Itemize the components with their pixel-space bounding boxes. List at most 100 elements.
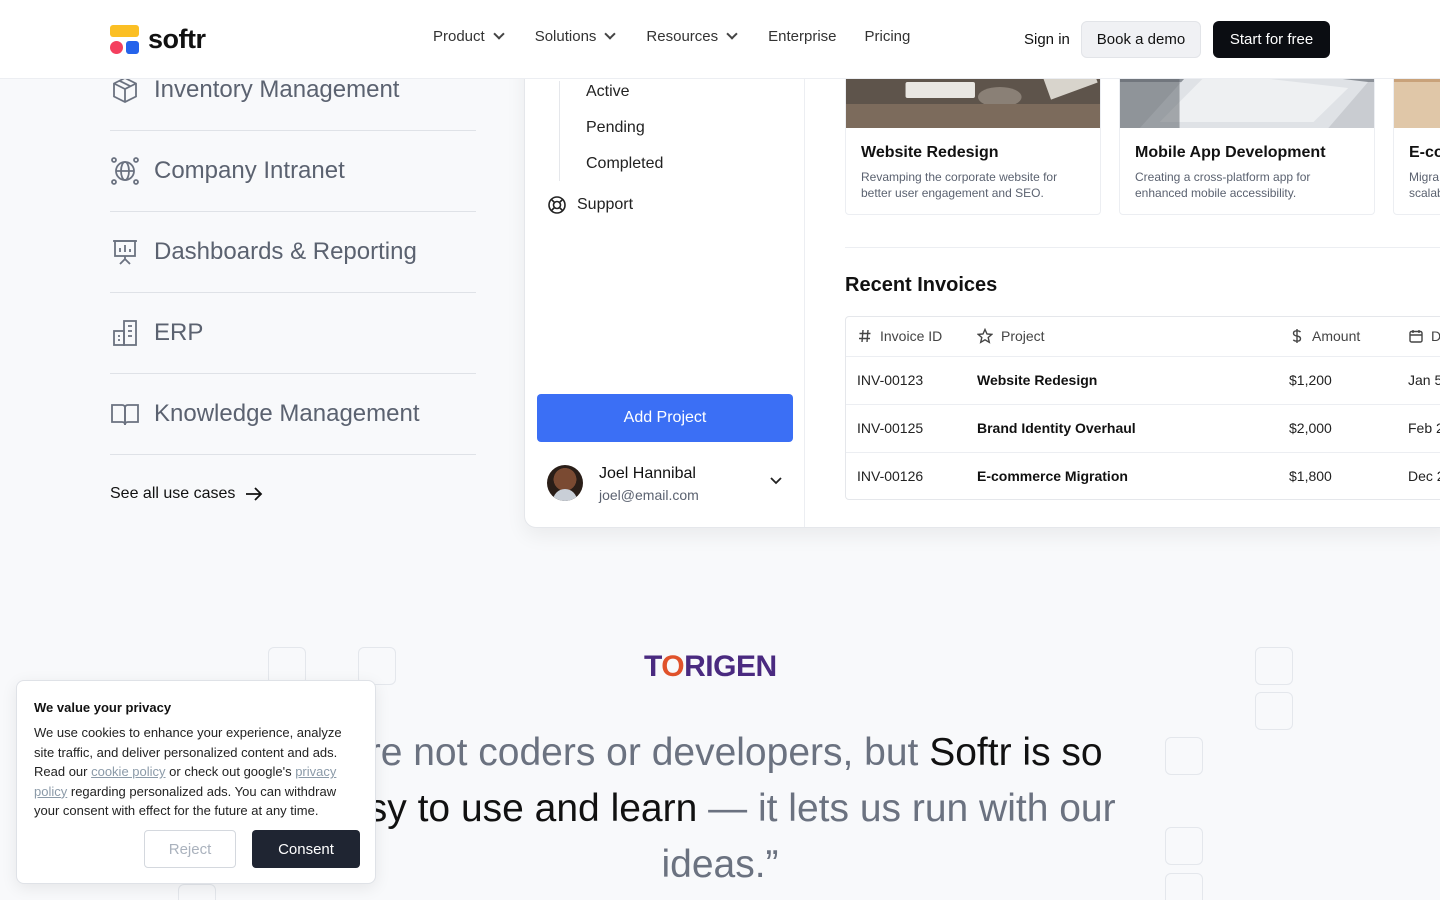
cookie-text-part: or check out google's: [165, 764, 296, 780]
decorative-square: [1255, 647, 1293, 685]
see-all-use-cases-link[interactable]: See all use cases: [110, 485, 263, 503]
submenu-line: [559, 81, 560, 181]
nav-pricing-label: Pricing: [864, 28, 911, 45]
testimonial-quote: e’re not coders or developers, but Softr…: [300, 725, 1140, 893]
use-case-intranet[interactable]: Company Intranet: [110, 131, 476, 212]
sidebar-item-active[interactable]: Active: [586, 83, 630, 101]
logo-letter-o: O: [661, 650, 685, 683]
lifebuoy-icon: [548, 196, 566, 214]
user-name: Joel Hannibal: [599, 465, 696, 482]
cookie-text-part: regarding personalized ads. You can with…: [34, 783, 337, 819]
cell-project: Website Redesign: [977, 372, 1098, 388]
card-title: E-co: [1409, 144, 1440, 161]
table-row[interactable]: INV-00126 E-commerce Migration $1,800 De…: [846, 452, 1440, 500]
add-project-button[interactable]: Add Project: [537, 394, 793, 442]
user-profile[interactable]: Joel Hannibal joel@email.com: [547, 461, 787, 511]
card-description: Migra scalab: [1409, 170, 1440, 200]
nav-resources-label: Resources: [646, 28, 719, 45]
logo-text: softr: [148, 24, 206, 54]
nav-resources[interactable]: Resources: [646, 28, 738, 45]
see-all-label: See all use cases: [110, 485, 236, 502]
decorative-square: [1165, 737, 1203, 775]
avatar: [547, 465, 583, 501]
quote-text: — it lets us run with our ideas.”: [661, 787, 1116, 886]
quote-text: e’re not coders or developers, but: [337, 731, 930, 774]
chevron-down-icon[interactable]: [769, 473, 783, 487]
chevron-down-icon: [493, 28, 505, 40]
decorative-square: [178, 884, 216, 900]
card-description: Revamping the corporate website for bett…: [861, 170, 1058, 200]
column-label: Amount: [1312, 328, 1361, 344]
softr-logo[interactable]: softr: [110, 24, 206, 55]
chevron-down-icon: [726, 28, 738, 40]
cookie-consent-dialog: We value your privacy We use cookies to …: [16, 680, 376, 884]
logo-letters: T: [644, 650, 662, 683]
star-icon: [977, 328, 993, 344]
column-label: Invoice ID: [880, 328, 943, 344]
column-header-invoice-id[interactable]: Invoice ID: [858, 328, 942, 344]
table-row[interactable]: INV-00123 Website Redesign $1,200 Jan 5: [846, 356, 1440, 404]
hash-icon: [859, 329, 871, 343]
card-title: Mobile App Development: [1135, 144, 1326, 161]
book-demo-button[interactable]: Book a demo: [1081, 21, 1201, 58]
column-header-project[interactable]: Project: [977, 328, 1045, 344]
main-nav: Product Solutions Resources Enterprise P…: [433, 28, 910, 45]
column-label: Project: [1001, 328, 1045, 344]
cookie-title: We value your privacy: [34, 700, 172, 715]
consent-button[interactable]: Consent: [252, 830, 360, 868]
reject-button[interactable]: Reject: [144, 830, 236, 868]
cell-project: Brand Identity Overhaul: [977, 420, 1136, 436]
recent-invoices-title: Recent Invoices: [845, 274, 998, 296]
nav-solutions-label: Solutions: [534, 28, 597, 45]
calendar-icon: [1409, 330, 1423, 343]
cookie-policy-link[interactable]: cookie policy: [91, 764, 165, 779]
sidebar-item-completed[interactable]: Completed: [586, 155, 663, 173]
sidebar-item-support[interactable]: Support: [547, 195, 633, 215]
table-row[interactable]: INV-00125 Brand Identity Overhaul $2,000…: [846, 404, 1440, 452]
sign-in-link[interactable]: Sign in: [1024, 31, 1070, 48]
chevron-down-icon: [604, 28, 617, 40]
card-description: Creating a cross-platform app for enhanc…: [1135, 170, 1311, 200]
use-case-label: ERP: [154, 319, 204, 346]
cell-project: E-commerce Migration: [977, 468, 1128, 484]
decorative-square: [1165, 827, 1203, 865]
use-case-list: Inventory Management Company Intranet Da…: [110, 50, 476, 455]
logo-letters: RIGEN: [684, 650, 777, 683]
nav-product-label: Product: [433, 28, 485, 45]
torigen-logo: TORIGEN: [644, 650, 777, 684]
cell-invoice-id: INV-00126: [857, 468, 924, 484]
cookie-text: We use cookies to enhance your experienc…: [34, 723, 364, 821]
use-case-knowledge[interactable]: Knowledge Management: [110, 374, 476, 455]
softr-logo-mark-icon: [110, 24, 140, 55]
arrow-right-icon: [246, 487, 263, 501]
column-label: D: [1431, 328, 1440, 344]
use-case-label: Inventory Management: [154, 76, 400, 103]
decorative-square: [1165, 873, 1203, 900]
use-case-dashboards[interactable]: Dashboards & Reporting: [110, 212, 476, 293]
book-open-icon: [111, 404, 139, 426]
dollar-icon: [1292, 329, 1302, 343]
nav-enterprise[interactable]: Enterprise: [768, 28, 836, 45]
start-free-button[interactable]: Start for free: [1213, 21, 1330, 58]
sidebar-item-pending[interactable]: Pending: [586, 119, 645, 137]
section-divider: [845, 247, 1440, 248]
use-case-erp[interactable]: ERP: [110, 293, 476, 374]
cell-amount: $1,800: [1289, 468, 1332, 484]
globe-network-icon: [111, 157, 139, 185]
use-case-label: Dashboards & Reporting: [154, 238, 417, 265]
nav-pricing[interactable]: Pricing: [865, 28, 911, 45]
nav-product[interactable]: Product: [433, 28, 505, 45]
column-header-amount[interactable]: Amount: [1290, 328, 1360, 344]
site-header: softr Product Solutions Resources Enterp…: [0, 0, 1440, 79]
mockup-sidebar: Active Pending Completed Support Add Pro…: [525, 41, 805, 527]
nav-solutions[interactable]: Solutions: [534, 28, 617, 45]
card-title: Website Redesign: [861, 144, 999, 161]
column-header-date[interactable]: D: [1409, 328, 1440, 344]
cell-amount: $2,000: [1289, 420, 1332, 436]
nav-enterprise-label: Enterprise: [768, 28, 837, 45]
cell-invoice-id: INV-00123: [857, 372, 924, 388]
presentation-chart-icon: [113, 240, 137, 265]
cell-amount: $1,200: [1289, 372, 1332, 388]
cell-date: Feb 2: [1408, 420, 1440, 436]
support-label: Support: [577, 196, 634, 213]
